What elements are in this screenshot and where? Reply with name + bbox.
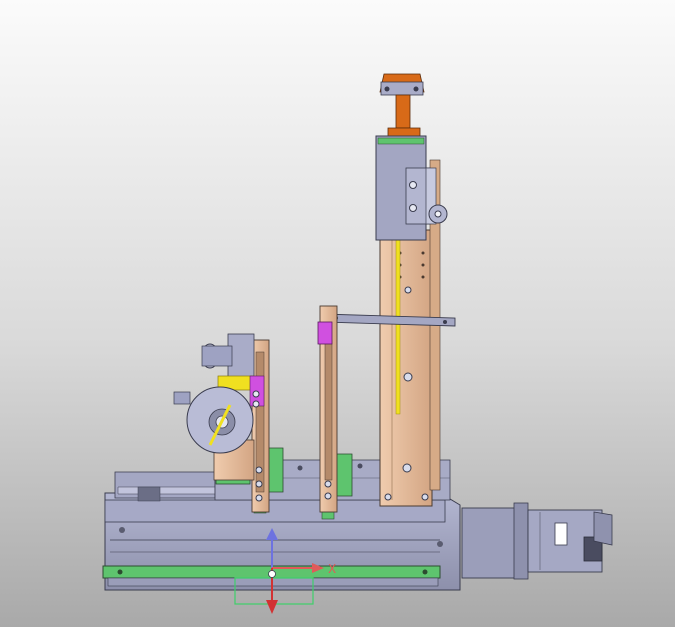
reel-disc[interactable] bbox=[173, 386, 254, 454]
cad-3d-viewport[interactable]: X bbox=[0, 0, 675, 627]
triad-x-label: X bbox=[328, 562, 336, 576]
base-linear-module[interactable] bbox=[102, 492, 461, 591]
top-housing[interactable] bbox=[375, 73, 448, 241]
assembly-model[interactable]: X bbox=[0, 0, 675, 627]
triad-y-arrow bbox=[266, 600, 278, 614]
middle-post[interactable] bbox=[317, 305, 338, 513]
triad-origin bbox=[268, 570, 276, 578]
servo-motor[interactable] bbox=[461, 502, 613, 580]
